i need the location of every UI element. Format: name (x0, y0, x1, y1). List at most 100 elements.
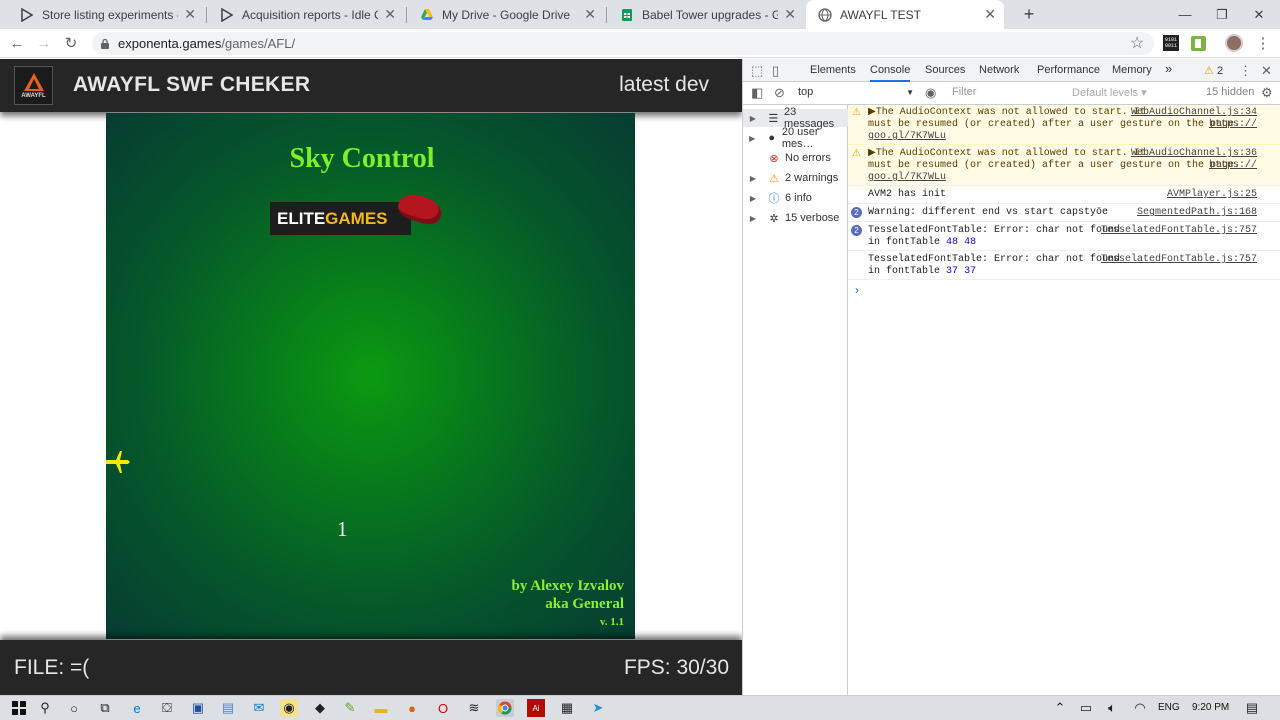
tab-acquisition-reports[interactable]: Acquisition reports - Idle Coin Fa ✕ (208, 0, 404, 29)
language-indicator[interactable]: ENG (1158, 702, 1180, 713)
calculator-icon[interactable]: ▦ (558, 699, 576, 717)
sidebar-item-warnings[interactable]: ▶ ⚠ 2 warnings (743, 169, 848, 187)
tab-google-drive[interactable]: My Drive - Google Drive ✕ (408, 0, 604, 29)
network-icon[interactable]: ◠ (1131, 699, 1149, 717)
close-icon[interactable]: ✕ (778, 6, 796, 23)
forward-button[interactable]: → (33, 32, 55, 54)
battery-icon[interactable]: ▭ (1077, 699, 1095, 717)
sidebar-item-info[interactable]: ▶ ⓘ 6 info (743, 189, 848, 207)
device-toolbar-icon[interactable]: ▯ (772, 63, 779, 79)
google-sheets-icon (622, 8, 632, 21)
more-tabs-button[interactable]: » (1165, 61, 1172, 76)
log-levels-dropdown[interactable]: Default levels ▾ (1072, 86, 1147, 99)
tab-network[interactable]: Network (979, 64, 1019, 76)
globe-icon (818, 7, 832, 22)
tab-store-listing[interactable]: Store listing experiments - Idle Coin Fa… (8, 0, 204, 29)
clock[interactable]: 9:20 PM (1192, 702, 1229, 713)
source-link[interactable]: WebAudioChannel.js:34 (1131, 107, 1257, 119)
task-view-icon[interactable]: ⧉ (96, 699, 114, 717)
source-link[interactable]: TesselatedFontTable.js:757 (1101, 254, 1257, 266)
extension-binary-icon[interactable]: 0101 0011 (1160, 32, 1182, 54)
devtools-close-icon[interactable]: ✕ (1261, 63, 1272, 79)
source-link[interactable]: SegmentedPath.js:168 (1137, 207, 1257, 219)
app-dark-icon[interactable]: ◆ (311, 699, 329, 717)
browser-menu-icon[interactable]: ⋮ (1252, 32, 1274, 54)
tab-elements[interactable]: Elements (810, 64, 856, 76)
help-link[interactable]: https:// (1209, 119, 1257, 131)
help-link[interactable]: goo.gl/7K7WLu (868, 131, 946, 143)
help-link[interactable]: https:// (1209, 160, 1257, 172)
address-bar[interactable]: exponenta.games/games/AFL/ (92, 32, 1154, 55)
close-icon[interactable]: ✕ (378, 6, 396, 23)
close-icon[interactable]: ✕ (978, 6, 996, 23)
chrome-icon[interactable] (496, 699, 514, 717)
notification-icon[interactable]: ▤ (1243, 699, 1261, 717)
extension-green-icon[interactable] (1187, 32, 1209, 54)
credits-author: by Alexey Izvalov (511, 578, 625, 594)
help-link[interactable]: goo.gl/7K7WLu (868, 172, 946, 184)
chart-app-icon[interactable]: ≋ (465, 699, 483, 717)
clear-console-icon[interactable]: ⊘ (774, 85, 785, 101)
repeat-count-badge: 2 (851, 207, 862, 218)
close-icon[interactable]: ✕ (178, 6, 196, 23)
elitegames-logo[interactable]: ELITE GAMES (270, 202, 411, 235)
tab-console[interactable]: Console (870, 64, 911, 82)
store-icon[interactable]: ⛋ (158, 699, 176, 717)
back-button[interactable]: ← (6, 32, 28, 54)
devtools-menu-icon[interactable]: ⋮ (1239, 63, 1252, 79)
profile-avatar[interactable] (1223, 32, 1245, 54)
console-message[interactable]: TesselatedFontTable: Error: char not fou… (848, 252, 1280, 280)
bookmark-star-icon[interactable]: ☆ (1126, 32, 1148, 54)
eye-icon[interactable]: ◉ (925, 85, 936, 101)
telegram-icon[interactable]: ➤ (589, 699, 607, 717)
context-selector[interactable]: top ▼ (798, 86, 914, 98)
sidebar-item-messages[interactable]: ▶ ☰ 23 messages (743, 106, 848, 130)
console-message[interactable]: 2 TesselatedFontTable: Error: char not f… (848, 223, 1280, 251)
folder-icon[interactable]: ▬ (372, 699, 390, 717)
window-close-button[interactable]: ✕ (1240, 0, 1278, 29)
sidebar-item-errors[interactable]: ⊗ No errors (743, 149, 848, 167)
console-message-warning[interactable]: ⚠ ▶The AudioContext was not allowed to s… (848, 146, 1280, 186)
source-link[interactable]: AVMPlayer.js:25 (1167, 189, 1257, 201)
document-icon[interactable]: ▤ (219, 699, 237, 717)
tab-awayfl-test[interactable]: AWAYFL TEST ✕ (806, 0, 1004, 29)
tab-performance[interactable]: Performance (1037, 64, 1100, 76)
gear-icon[interactable]: ⚙ (1261, 85, 1273, 101)
cortana-icon[interactable]: ○ (65, 699, 83, 717)
adobe-icon[interactable]: Ai (527, 699, 545, 717)
tab-babel-tower[interactable]: Babel Tower upgrades - Google S ✕ (608, 0, 804, 29)
console-message[interactable]: 2 Warning: different end vs start capsty… (848, 205, 1280, 222)
sidebar-item-user-messages[interactable]: ▶ ● 20 user mes… (743, 126, 848, 150)
volume-icon[interactable]: 🔈︎ (1103, 699, 1121, 717)
warnings-indicator[interactable]: ⚠ 2 (1204, 64, 1223, 77)
minimize-button[interactable]: — (1166, 0, 1204, 29)
search-icon[interactable]: ⚲ (36, 699, 54, 717)
windows-start-icon[interactable] (10, 699, 28, 717)
chevron-up-icon[interactable]: ⌃ (1051, 699, 1069, 717)
tab-sources[interactable]: Sources (925, 64, 965, 76)
new-tab-button[interactable]: + (1010, 0, 1048, 29)
mail-icon[interactable]: ✉ (250, 699, 268, 717)
close-icon[interactable]: ✕ (578, 6, 596, 23)
source-link[interactable]: WebAudioChannel.js:36 (1131, 148, 1257, 160)
sidebar-toggle-icon[interactable]: ◧ (751, 85, 763, 101)
filter-input[interactable]: Filter (952, 86, 1062, 98)
save-icon[interactable]: ▣ (189, 699, 207, 717)
app-yellow-icon[interactable]: ◉ (280, 699, 298, 717)
game-title: Sky Control (289, 143, 435, 174)
edge-icon[interactable]: e (128, 699, 146, 717)
notepad-icon[interactable]: ✎ (341, 699, 359, 717)
games-text: GAMES (325, 208, 388, 228)
game-stage[interactable]: Sky Control ELITE GAMES 1 by Alexey Izval… (106, 113, 635, 639)
console-message-warning[interactable]: ⚠ ▶The AudioContext was not allowed to s… (848, 105, 1280, 145)
reload-button[interactable]: ↻ (60, 32, 82, 54)
source-link[interactable]: TesselatedFontTable.js:757 (1101, 225, 1257, 237)
sidebar-item-verbose[interactable]: ▶ ✲ 15 verbose (743, 209, 848, 227)
inspect-element-icon[interactable]: ⬚ (751, 63, 763, 79)
console-prompt[interactable]: › (855, 283, 859, 297)
console-message[interactable]: AVM2 has init AVMPlayer.js:25 (848, 187, 1280, 204)
opera-icon[interactable]: O (434, 699, 452, 717)
tab-memory[interactable]: Memory (1112, 64, 1152, 76)
firefox-icon[interactable]: ● (403, 699, 421, 717)
maximize-button[interactable]: ❐ (1203, 0, 1241, 29)
